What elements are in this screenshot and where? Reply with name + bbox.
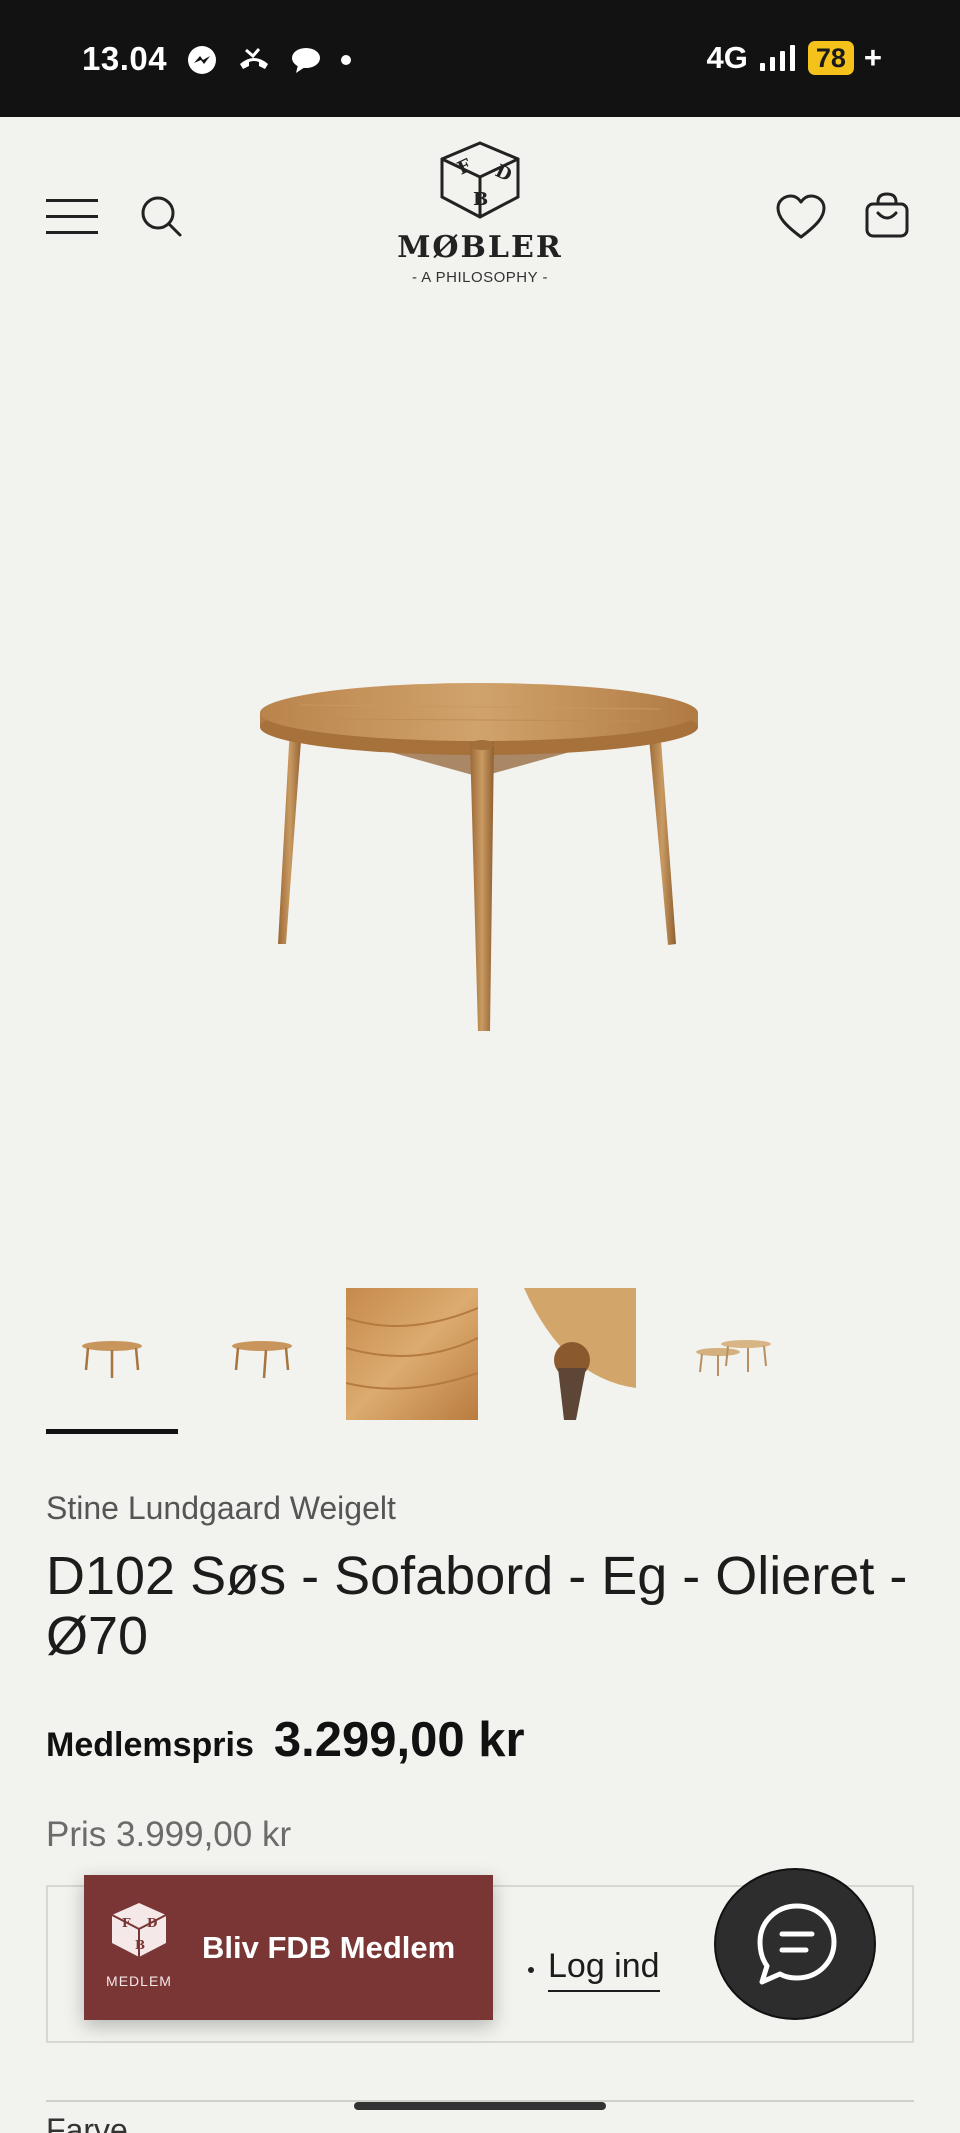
search-icon[interactable] <box>138 193 184 239</box>
product-title: D102 Søs - Sofabord - Eg - Olieret - Ø70 <box>46 1546 908 1666</box>
separator-dot <box>528 1966 534 1973</box>
product-designer[interactable]: Stine Lundgaard Weigelt <box>46 1490 396 1527</box>
svg-text:D: D <box>147 1916 157 1930</box>
home-indicator[interactable] <box>354 2102 606 2110</box>
messenger-icon <box>188 46 216 74</box>
chat-bubble-icon <box>292 48 320 73</box>
svg-text:D: D <box>492 160 515 186</box>
site-header: F D B MØBLER - A PHILOSOPHY - <box>0 117 960 317</box>
become-member-button[interactable]: F D B MEDLEM Bliv FDB Medlem <box>84 1875 493 2020</box>
network-type: 4G <box>706 40 748 75</box>
signal-icon <box>759 45 795 71</box>
heart-icon[interactable] <box>775 193 827 241</box>
menu-icon[interactable] <box>46 197 98 237</box>
thumbnail-5[interactable] <box>666 1288 798 1420</box>
thumbnail-1[interactable] <box>46 1288 178 1420</box>
svg-text:F: F <box>122 1916 131 1930</box>
site-logo[interactable]: F D B MØBLER - A PHILOSOPHY - <box>390 139 570 309</box>
missed-call-icon <box>240 48 268 69</box>
battery-indicator: 78 <box>807 41 854 75</box>
fdb-member-logo: F D B MEDLEM <box>84 1875 194 2020</box>
logo-subtitle: - A PHILOSOPHY - <box>411 269 549 286</box>
product-image[interactable] <box>0 317 960 1257</box>
member-price-label: Medlemspris <box>46 1726 254 1764</box>
regular-price: Pris 3.999,00 kr <box>46 1815 292 1854</box>
thumbnail-4[interactable] <box>514 1288 646 1420</box>
login-link-row: Log ind <box>528 1947 660 1992</box>
member-price: 3.299,00 kr <box>273 1713 525 1767</box>
thumbnail-strip <box>0 1288 960 1436</box>
member-price-row: Medlemspris 3.299,00 kr <box>46 1712 525 1768</box>
logo-title: MØBLER <box>397 230 563 265</box>
active-thumbnail-indicator <box>46 1429 178 1434</box>
thumbnail-3[interactable] <box>346 1288 478 1420</box>
svg-text:F: F <box>454 155 475 180</box>
system-icons: 4G 78 + <box>706 40 882 76</box>
svg-text:B: B <box>135 1938 145 1952</box>
battery-charging: + <box>863 40 882 75</box>
chat-button[interactable] <box>714 1868 876 2020</box>
chat-icon <box>757 1903 837 1985</box>
become-member-label: Bliv FDB Medlem <box>202 1929 456 1965</box>
status-bar: 13.04 4G 78 + <box>0 0 960 117</box>
fdb-logo-caption: MEDLEM <box>106 1973 172 1989</box>
login-link[interactable]: Log ind <box>548 1947 660 1992</box>
fdb-logo-icon: F D B <box>440 141 520 219</box>
dot-icon <box>341 55 351 65</box>
status-time: 13.04 <box>82 40 168 77</box>
color-option-label[interactable]: Farve <box>46 2112 128 2133</box>
svg-text:B: B <box>473 189 488 210</box>
thumbnail-2[interactable] <box>196 1288 328 1420</box>
notification-icons <box>186 44 352 76</box>
shopping-bag-icon[interactable] <box>864 191 910 239</box>
